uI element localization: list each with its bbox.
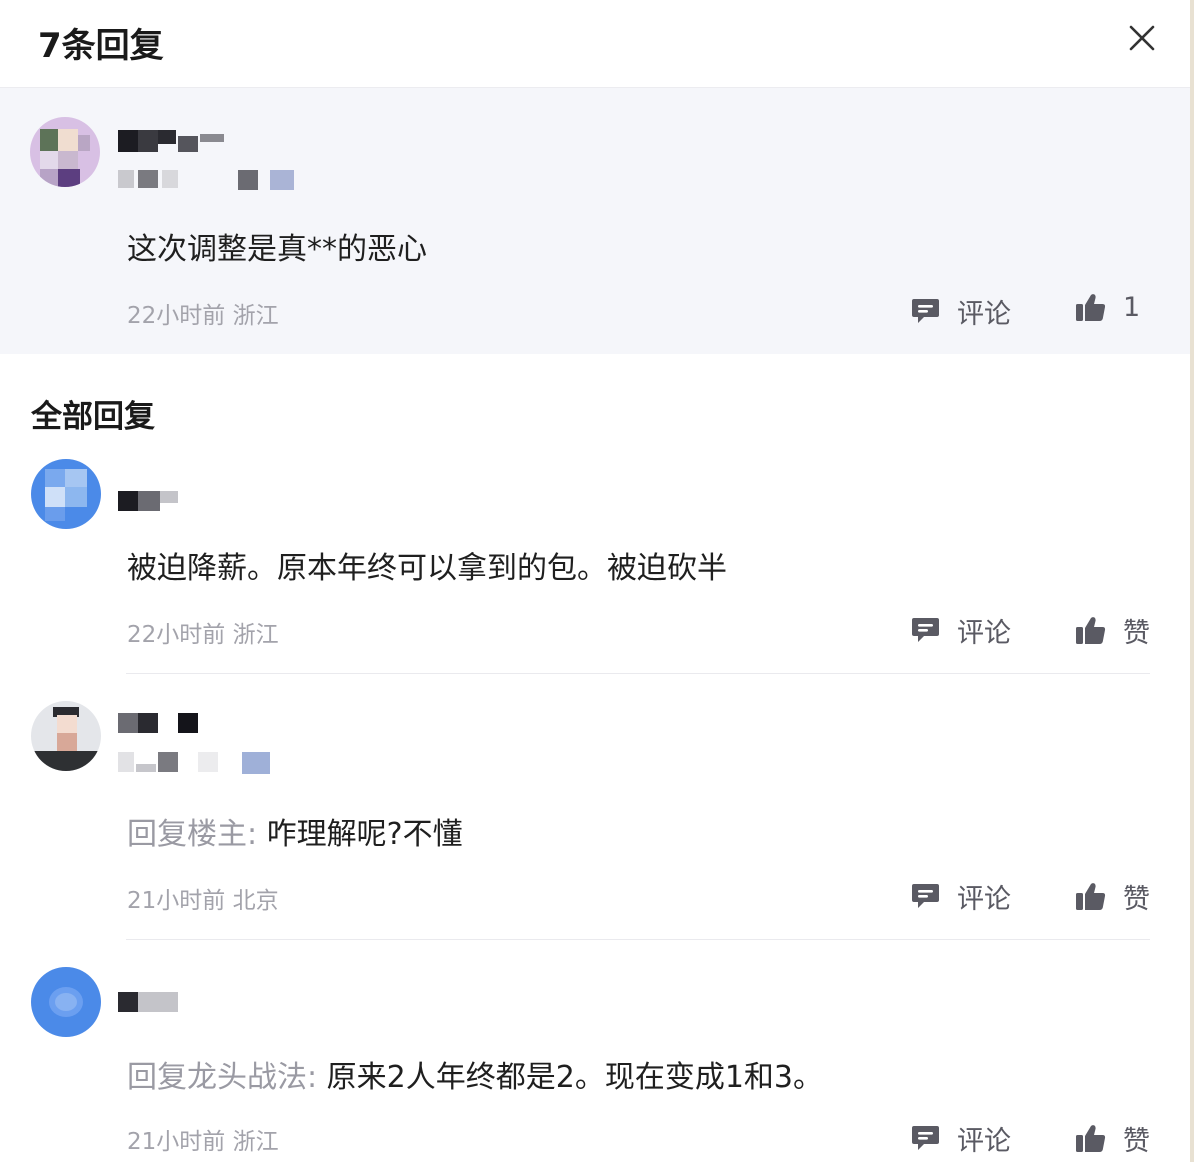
close-icon[interactable] [1124,20,1160,56]
reply-to-label[interactable]: 回复楼主: [127,817,257,852]
reply-to-label[interactable]: 回复龙头战法: [127,1060,317,1095]
username-redacted[interactable] [118,992,180,1014]
comment-button[interactable]: 评论 [910,611,1011,650]
reply-meta: 22小时前 浙江 [127,615,279,649]
thumbs-up-icon [1076,1125,1106,1152]
comment-button[interactable]: 评论 [910,877,1011,916]
like-label: 赞 [1123,618,1150,649]
reply-text: 原来2人年终都是2。现在变成1和3。 [326,1060,824,1095]
avatar[interactable] [31,701,101,771]
like-button[interactable]: 赞 [1075,611,1150,650]
reply-location: 浙江 [232,1129,279,1155]
like-button[interactable]: 1 [1075,292,1140,323]
header-bar: 7条回复 [0,0,1190,88]
comment-location: 浙江 [232,303,279,329]
thumbs-up-icon [1076,883,1106,910]
avatar[interactable] [30,117,100,187]
divider [126,939,1150,940]
reply-text: 咋理解呢?不懂 [266,817,463,852]
comment-button[interactable]: 评论 [910,1119,1011,1158]
comment-label: 评论 [957,1126,1011,1157]
reply-time: 21小时前 [127,1129,226,1155]
avatar[interactable] [31,459,101,529]
thumbs-up-icon [1076,294,1106,321]
comment-button[interactable]: 评论 [910,292,1011,331]
reply-location: 浙江 [232,622,279,648]
comment-label: 评论 [957,299,1011,330]
username-redacted[interactable] [118,130,228,152]
comment-time: 22小时前 [127,303,226,329]
avatar[interactable] [31,967,101,1037]
comment-label: 评论 [957,884,1011,915]
user-badge-redacted [118,170,296,190]
divider [126,673,1150,674]
user-badge-redacted [118,752,272,774]
comment-meta: 22小时前 浙江 [127,296,279,330]
window-edge [1190,0,1194,1162]
comment-content: 这次调整是真**的恶心 [127,232,427,267]
reply-meta: 21小时前 浙江 [127,1122,279,1156]
comment-icon [912,884,939,908]
reply-time: 22小时前 [127,622,226,648]
reply-location: 北京 [232,888,279,914]
reply-content: 回复楼主: 咋理解呢?不懂 [127,809,463,853]
username-redacted[interactable] [118,713,200,735]
like-button[interactable]: 赞 [1075,877,1150,916]
comment-icon [912,1126,939,1150]
comment-icon [912,299,939,323]
comment-icon [912,618,939,642]
reply-content: 被迫降薪。原本年终可以拿到的包。被迫砍半 [127,551,727,586]
reply-count-title: 7条回复 [38,26,164,66]
like-label: 赞 [1123,1126,1150,1157]
like-count: 1 [1123,292,1141,323]
thumbs-up-icon [1076,617,1106,644]
all-replies-heading: 全部回复 [31,399,155,435]
reply-time: 21小时前 [127,888,226,914]
reply-meta: 21小时前 北京 [127,881,279,915]
username-redacted[interactable] [118,491,180,513]
comment-label: 评论 [957,618,1011,649]
like-button[interactable]: 赞 [1075,1119,1150,1158]
like-label: 赞 [1123,884,1150,915]
reply-content: 回复龙头战法: 原来2人年终都是2。现在变成1和3。 [127,1052,823,1096]
